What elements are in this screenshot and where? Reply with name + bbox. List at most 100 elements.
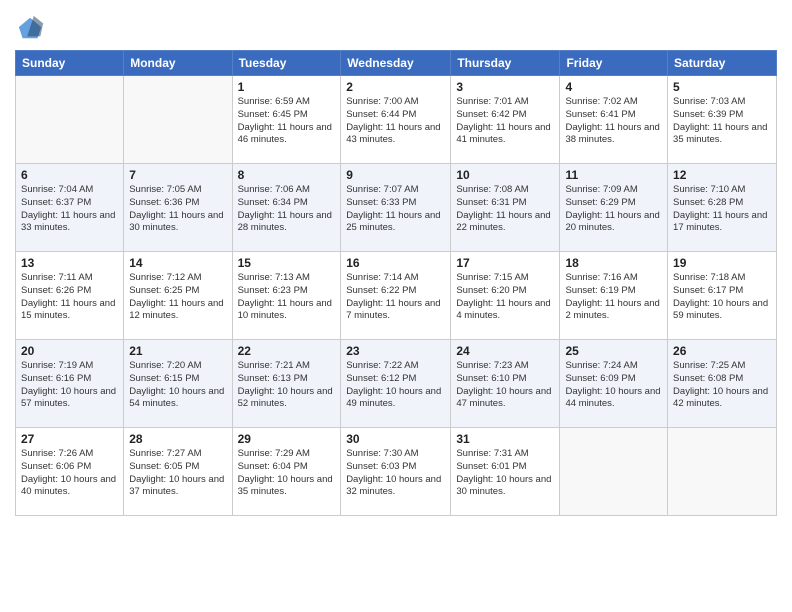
cell-info: Sunrise: 7:08 AM Sunset: 6:31 PM Dayligh… xyxy=(456,184,554,235)
calendar-cell: 12Sunrise: 7:10 AM Sunset: 6:28 PM Dayli… xyxy=(668,164,777,252)
calendar-cell: 9Sunrise: 7:07 AM Sunset: 6:33 PM Daylig… xyxy=(341,164,451,252)
calendar-cell xyxy=(124,76,232,164)
cell-info: Sunrise: 7:19 AM Sunset: 6:16 PM Dayligh… xyxy=(21,360,118,411)
day-number: 2 xyxy=(346,80,445,94)
cell-info: Sunrise: 7:14 AM Sunset: 6:22 PM Dayligh… xyxy=(346,272,445,323)
cell-info: Sunrise: 7:29 AM Sunset: 6:04 PM Dayligh… xyxy=(238,448,336,499)
day-number: 4 xyxy=(565,80,662,94)
calendar-cell: 21 Sunrise: 7:20 AM Sunset: 6:15 PM Dayli… xyxy=(124,340,232,428)
col-header-friday: Friday xyxy=(560,51,668,76)
day-number: 5 xyxy=(673,80,771,94)
day-number: 17 xyxy=(456,256,554,270)
cell-info: Sunrise: 7:01 AM Sunset: 6:42 PM Dayligh… xyxy=(456,96,554,147)
cell-info: Sunrise: 7:04 AM Sunset: 6:37 PM Dayligh… xyxy=(21,184,118,235)
day-number: 31 xyxy=(456,432,554,446)
cell-info: Sunrise: 6:59 AM Sunset: 6:45 PM Dayligh… xyxy=(238,96,336,147)
cell-info: Sunrise: 7:31 AM Sunset: 6:01 PM Dayligh… xyxy=(456,448,554,499)
cell-info: Sunrise: 7:22 AM Sunset: 6:12 PM Dayligh… xyxy=(346,360,445,411)
calendar-cell: 11 Sunrise: 7:09 AM Sunset: 6:29 PM Dayli… xyxy=(560,164,668,252)
logo xyxy=(15,14,45,42)
col-header-saturday: Saturday xyxy=(668,51,777,76)
calendar-week-1: 1 Sunrise: 6:59 AM Sunset: 6:45 PM Daylig… xyxy=(16,76,777,164)
cell-info: Sunrise: 7:05 AM Sunset: 6:36 PM Dayligh… xyxy=(129,184,226,235)
day-number: 3 xyxy=(456,80,554,94)
calendar-table: SundayMondayTuesdayWednesdayThursdayFrid… xyxy=(15,50,777,516)
page: SundayMondayTuesdayWednesdayThursdayFrid… xyxy=(0,0,792,531)
cell-info: Sunrise: 7:06 AM Sunset: 6:34 PM Dayligh… xyxy=(238,184,336,235)
calendar-cell: 8 Sunrise: 7:06 AM Sunset: 6:34 PM Daylig… xyxy=(232,164,341,252)
calendar-cell: 29 Sunrise: 7:29 AM Sunset: 6:04 PM Dayli… xyxy=(232,428,341,516)
calendar-week-3: 13 Sunrise: 7:11 AM Sunset: 6:26 PM Dayli… xyxy=(16,252,777,340)
day-number: 20 xyxy=(21,344,118,358)
calendar-cell: 6 Sunrise: 7:04 AM Sunset: 6:37 PM Daylig… xyxy=(16,164,124,252)
calendar-cell: 16 Sunrise: 7:14 AM Sunset: 6:22 PM Dayli… xyxy=(341,252,451,340)
cell-info: Sunrise: 7:07 AM Sunset: 6:33 PM Dayligh… xyxy=(346,184,445,235)
day-number: 28 xyxy=(129,432,226,446)
day-number: 14 xyxy=(129,256,226,270)
header xyxy=(15,10,777,42)
day-number: 30 xyxy=(346,432,445,446)
day-number: 26 xyxy=(673,344,771,358)
day-number: 25 xyxy=(565,344,662,358)
day-number: 18 xyxy=(565,256,662,270)
calendar-cell: 30 Sunrise: 7:30 AM Sunset: 6:03 PM Dayli… xyxy=(341,428,451,516)
cell-info: Sunrise: 7:20 AM Sunset: 6:15 PM Dayligh… xyxy=(129,360,226,411)
calendar-cell: 17 Sunrise: 7:15 AM Sunset: 6:20 PM Dayli… xyxy=(451,252,560,340)
calendar-cell: 1 Sunrise: 6:59 AM Sunset: 6:45 PM Daylig… xyxy=(232,76,341,164)
calendar-cell: 13 Sunrise: 7:11 AM Sunset: 6:26 PM Dayli… xyxy=(16,252,124,340)
day-number: 7 xyxy=(129,168,226,182)
cell-info: Sunrise: 7:21 AM Sunset: 6:13 PM Dayligh… xyxy=(238,360,336,411)
cell-info: Sunrise: 7:02 AM Sunset: 6:41 PM Dayligh… xyxy=(565,96,662,147)
logo-icon xyxy=(17,14,45,42)
day-number: 23 xyxy=(346,344,445,358)
day-number: 13 xyxy=(21,256,118,270)
day-number: 27 xyxy=(21,432,118,446)
day-number: 19 xyxy=(673,256,771,270)
cell-info: Sunrise: 7:11 AM Sunset: 6:26 PM Dayligh… xyxy=(21,272,118,323)
calendar-cell: 23 Sunrise: 7:22 AM Sunset: 6:12 PM Dayli… xyxy=(341,340,451,428)
day-number: 21 xyxy=(129,344,226,358)
calendar-cell: 4 Sunrise: 7:02 AM Sunset: 6:41 PM Daylig… xyxy=(560,76,668,164)
cell-info: Sunrise: 7:13 AM Sunset: 6:23 PM Dayligh… xyxy=(238,272,336,323)
calendar-cell: 26 Sunrise: 7:25 AM Sunset: 6:08 PM Dayli… xyxy=(668,340,777,428)
cell-info: Sunrise: 7:16 AM Sunset: 6:19 PM Dayligh… xyxy=(565,272,662,323)
col-header-monday: Monday xyxy=(124,51,232,76)
day-number: 6 xyxy=(21,168,118,182)
col-header-tuesday: Tuesday xyxy=(232,51,341,76)
calendar-cell xyxy=(560,428,668,516)
day-number: 22 xyxy=(238,344,336,358)
cell-info: Sunrise: 7:25 AM Sunset: 6:08 PM Dayligh… xyxy=(673,360,771,411)
calendar-week-4: 20 Sunrise: 7:19 AM Sunset: 6:16 PM Dayli… xyxy=(16,340,777,428)
cell-info: Sunrise: 7:09 AM Sunset: 6:29 PM Dayligh… xyxy=(565,184,662,235)
calendar-cell: 31 Sunrise: 7:31 AM Sunset: 6:01 PM Dayli… xyxy=(451,428,560,516)
day-number: 29 xyxy=(238,432,336,446)
calendar-cell: 20 Sunrise: 7:19 AM Sunset: 6:16 PM Dayli… xyxy=(16,340,124,428)
cell-info: Sunrise: 7:27 AM Sunset: 6:05 PM Dayligh… xyxy=(129,448,226,499)
day-number: 24 xyxy=(456,344,554,358)
day-number: 8 xyxy=(238,168,336,182)
cell-info: Sunrise: 7:15 AM Sunset: 6:20 PM Dayligh… xyxy=(456,272,554,323)
calendar-cell: 5 Sunrise: 7:03 AM Sunset: 6:39 PM Daylig… xyxy=(668,76,777,164)
calendar-cell xyxy=(668,428,777,516)
calendar-cell: 19Sunrise: 7:18 AM Sunset: 6:17 PM Dayli… xyxy=(668,252,777,340)
calendar-cell: 3 Sunrise: 7:01 AM Sunset: 6:42 PM Daylig… xyxy=(451,76,560,164)
cell-info: Sunrise: 7:26 AM Sunset: 6:06 PM Dayligh… xyxy=(21,448,118,499)
cell-info: Sunrise: 7:12 AM Sunset: 6:25 PM Dayligh… xyxy=(129,272,226,323)
day-number: 16 xyxy=(346,256,445,270)
cell-info: Sunrise: 7:30 AM Sunset: 6:03 PM Dayligh… xyxy=(346,448,445,499)
calendar-cell: 28 Sunrise: 7:27 AM Sunset: 6:05 PM Dayli… xyxy=(124,428,232,516)
day-number: 1 xyxy=(238,80,336,94)
calendar-cell: 27 Sunrise: 7:26 AM Sunset: 6:06 PM Dayli… xyxy=(16,428,124,516)
calendar-cell: 2Sunrise: 7:00 AM Sunset: 6:44 PM Daylig… xyxy=(341,76,451,164)
calendar-cell: 18 Sunrise: 7:16 AM Sunset: 6:19 PM Dayli… xyxy=(560,252,668,340)
day-number: 15 xyxy=(238,256,336,270)
calendar-cell: 25Sunrise: 7:24 AM Sunset: 6:09 PM Dayli… xyxy=(560,340,668,428)
cell-info: Sunrise: 7:03 AM Sunset: 6:39 PM Dayligh… xyxy=(673,96,771,147)
col-header-sunday: Sunday xyxy=(16,51,124,76)
calendar-cell: 22 Sunrise: 7:21 AM Sunset: 6:13 PM Dayli… xyxy=(232,340,341,428)
calendar-week-2: 6 Sunrise: 7:04 AM Sunset: 6:37 PM Daylig… xyxy=(16,164,777,252)
cell-info: Sunrise: 7:23 AM Sunset: 6:10 PM Dayligh… xyxy=(456,360,554,411)
calendar-week-5: 27 Sunrise: 7:26 AM Sunset: 6:06 PM Dayli… xyxy=(16,428,777,516)
calendar-cell: 10Sunrise: 7:08 AM Sunset: 6:31 PM Dayli… xyxy=(451,164,560,252)
day-number: 11 xyxy=(565,168,662,182)
